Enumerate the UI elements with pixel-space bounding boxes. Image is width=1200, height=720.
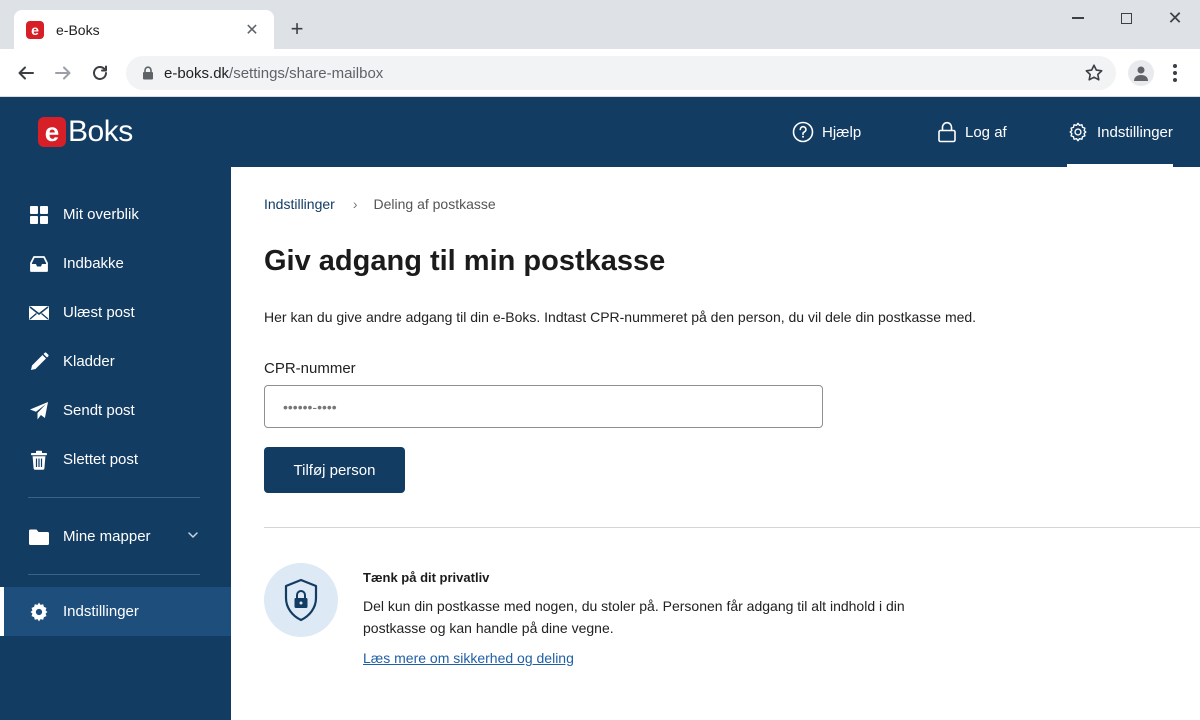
folder-icon (28, 526, 50, 548)
privacy-shield-badge (264, 563, 338, 637)
send-icon (28, 400, 50, 422)
section-divider (264, 527, 1200, 528)
logo-wordmark: Boks (68, 115, 133, 148)
secure-lock-icon[interactable] (138, 63, 158, 83)
main-content: Indstillinger › Deling af postkasse Giv … (231, 167, 1200, 720)
sidebar-item-folders[interactable]: Mine mapper (0, 512, 231, 561)
cpr-input[interactable] (264, 385, 823, 428)
sidebar-item-overview[interactable]: Mit overblik (0, 190, 231, 239)
minimize-window-button[interactable] (1066, 6, 1090, 30)
bookmark-star-icon[interactable] (1084, 63, 1104, 83)
app-header: e Boks Hjælp Log af Indstillinger (0, 97, 1200, 167)
help-icon (792, 121, 814, 143)
sidebar-item-sent[interactable]: Sendt post (0, 386, 231, 435)
cpr-field-label: CPR-nummer (264, 360, 356, 377)
url-text: e-boks.dk/settings/share-mailbox (164, 65, 383, 82)
new-tab-button[interactable]: + (286, 17, 308, 41)
intro-text: Her kan du give andre adgang til din e-B… (264, 309, 977, 325)
gear-icon (28, 601, 50, 623)
shield-lock-icon (284, 578, 318, 622)
sidebar-item-label: Indstillinger (63, 603, 139, 620)
browser-tab[interactable]: e e-Boks ✕ (14, 10, 274, 49)
page-title: Giv adgang til min postkasse (264, 245, 666, 277)
sidebar-item-drafts[interactable]: Kladder (0, 337, 231, 386)
browser-toolbar: e-boks.dk/settings/share-mailbox (0, 49, 1200, 97)
inbox-icon (28, 253, 50, 275)
logout-label: Log af (965, 123, 1007, 141)
gear-icon (1069, 122, 1087, 142)
trash-icon (28, 449, 50, 471)
security-info-link[interactable]: Læs mere om sikkerhed og deling (363, 650, 574, 666)
browser-window: e e-Boks ✕ + ✕ e-boks.dk/settings/share-… (0, 0, 1200, 720)
eboks-favicon-icon: e (26, 20, 44, 39)
privacy-text: Del kun din postkasse med nogen, du stol… (363, 598, 905, 636)
url-path: /settings/share-mailbox (229, 64, 384, 82)
help-link[interactable]: Hjælp (792, 97, 861, 167)
maximize-window-button[interactable] (1114, 6, 1138, 30)
sidebar-divider (28, 497, 200, 498)
logo-e-mark: e (38, 117, 66, 147)
tab-strip: e e-Boks ✕ + ✕ (0, 0, 1200, 49)
close-tab-icon[interactable]: ✕ (242, 20, 262, 40)
dashboard-icon (28, 204, 50, 226)
pencil-icon (28, 351, 50, 373)
forward-arrow-icon[interactable] (51, 61, 75, 85)
sidebar-item-inbox[interactable]: Indbakke (0, 239, 231, 288)
breadcrumb-separator-icon: › (352, 196, 358, 212)
close-window-button[interactable]: ✕ (1163, 6, 1187, 30)
logout-link[interactable]: Log af (937, 97, 1007, 167)
eboks-logo[interactable]: e Boks (38, 117, 133, 147)
address-bar[interactable]: e-boks.dk/settings/share-mailbox (126, 56, 1116, 90)
tab-title: e-Boks (56, 21, 100, 38)
help-label: Hjælp (822, 123, 862, 141)
privacy-title: Tænk på dit privatliv (363, 570, 490, 585)
browser-menu-icon[interactable] (1166, 61, 1184, 85)
sidebar-item-label: Indbakke (63, 255, 124, 272)
envelope-icon (28, 302, 50, 324)
sidebar-item-deleted[interactable]: Slettet post (0, 435, 231, 484)
lock-icon (938, 121, 956, 143)
sidebar-divider (28, 574, 200, 575)
sidebar: Mit overblik Indbakke Ulæst post Kladder… (0, 167, 231, 720)
sidebar-item-label: Kladder (63, 353, 115, 370)
sidebar-item-label: Ulæst post (63, 304, 135, 321)
sidebar-item-label: Mit overblik (63, 206, 139, 223)
profile-avatar-icon[interactable] (1128, 60, 1154, 86)
chevron-down-icon[interactable] (187, 529, 199, 541)
url-domain: e-boks.dk (164, 64, 230, 82)
breadcrumb: Indstillinger › Deling af postkasse (264, 196, 496, 212)
breadcrumb-link-settings[interactable]: Indstillinger (264, 196, 335, 212)
back-arrow-icon[interactable] (14, 61, 38, 85)
sidebar-item-label: Mine mapper (63, 528, 151, 545)
sidebar-item-label: Slettet post (63, 451, 139, 468)
sidebar-item-unread[interactable]: Ulæst post (0, 288, 231, 337)
sidebar-item-label: Sendt post (63, 402, 135, 419)
settings-label: Indstillinger (1097, 123, 1173, 141)
breadcrumb-current: Deling af postkasse (373, 196, 496, 212)
add-person-button[interactable]: Tilføj person (264, 447, 405, 493)
settings-link[interactable]: Indstillinger (1067, 97, 1173, 167)
reload-icon[interactable] (88, 61, 112, 85)
sidebar-item-settings[interactable]: Indstillinger (0, 587, 231, 636)
